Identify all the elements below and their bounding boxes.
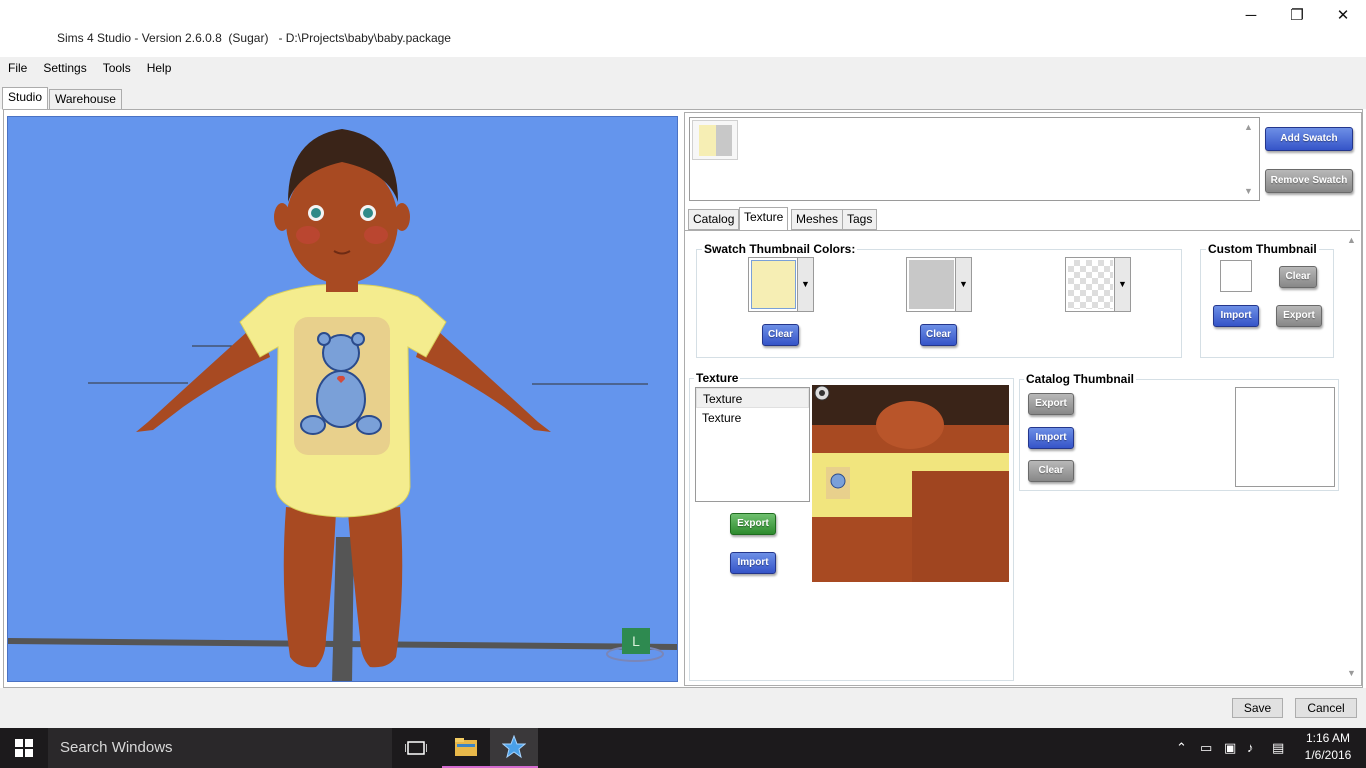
menu-bar: File Settings Tools Help: [0, 57, 1366, 79]
clear-color-1-button[interactable]: Clear: [762, 324, 799, 346]
tab-tags[interactable]: Tags: [842, 209, 878, 230]
menu-file[interactable]: File: [0, 57, 35, 79]
chevron-down-icon[interactable]: ▼: [797, 258, 813, 311]
cancel-button[interactable]: Cancel: [1295, 698, 1357, 718]
dialog-footer: Save Cancel: [0, 688, 1366, 728]
task-view-icon[interactable]: [392, 728, 440, 768]
light-indicator-badge[interactable]: L: [622, 628, 650, 654]
restore-button[interactable]: ❐: [1274, 0, 1320, 30]
minimize-button[interactable]: ─: [1228, 0, 1274, 30]
menu-settings[interactable]: Settings: [35, 57, 94, 79]
scroll-down-icon[interactable]: ▼: [1347, 668, 1356, 678]
volume-icon[interactable]: ♪: [1247, 740, 1254, 755]
texture-group-label: Texture: [694, 371, 741, 385]
swatch-list-scrollbar[interactable]: ▲ ▼: [1241, 119, 1258, 199]
swatch-colors-label: Swatch Thumbnail Colors:: [702, 242, 858, 256]
add-swatch-button[interactable]: Add Swatch: [1265, 127, 1353, 151]
list-item[interactable]: Texture: [696, 408, 809, 428]
color-picker-2[interactable]: ▼: [906, 257, 972, 312]
catalog-thumbnail-export-button[interactable]: Export: [1028, 393, 1074, 415]
sim-model-preview: [8, 129, 677, 681]
window-title: Sims 4 Studio - Version 2.6.0.8 (Sugar) …: [57, 31, 451, 45]
main-tab-strip: Studio Warehouse: [0, 79, 1366, 110]
taskbar-clock[interactable]: 1:16 AM 1/6/2016: [1296, 730, 1360, 764]
windows-taskbar: Search Windows ⌃ ▭ ▣ ♪ ▤ 1:16 AM 1/6/201…: [0, 728, 1366, 768]
clock-date: 1/6/2016: [1304, 748, 1352, 762]
save-button[interactable]: Save: [1232, 698, 1283, 718]
menu-tools[interactable]: Tools: [95, 57, 139, 79]
windows-start-icon[interactable]: [0, 728, 48, 768]
texture-import-button[interactable]: Import: [730, 552, 776, 574]
title-bar: Sims 4 Studio - Version 2.6.0.8 (Sugar) …: [0, 0, 1366, 57]
catalog-thumbnail-label: Catalog Thumbnail: [1024, 372, 1136, 386]
right-panel-scrollbar[interactable]: ▲ ▼: [1343, 232, 1360, 684]
clear-color-2-button[interactable]: Clear: [920, 324, 957, 346]
scroll-up-icon[interactable]: ▲: [1244, 122, 1253, 132]
custom-thumbnail-import-button[interactable]: Import: [1213, 305, 1259, 327]
network-icon[interactable]: ▣: [1224, 740, 1236, 756]
swatch-thumbnail[interactable]: [692, 120, 738, 160]
battery-icon[interactable]: ▭: [1200, 740, 1212, 756]
scroll-down-icon[interactable]: ▼: [1244, 186, 1253, 196]
tab-warehouse[interactable]: Warehouse: [49, 89, 122, 110]
chevron-up-icon[interactable]: ⌃: [1176, 740, 1187, 756]
tab-texture[interactable]: Texture: [739, 207, 789, 231]
notification-icon[interactable]: ▤: [1272, 740, 1284, 756]
texture-export-button[interactable]: Export: [730, 513, 776, 535]
catalog-thumbnail-import-button[interactable]: Import: [1028, 427, 1074, 449]
chevron-down-icon[interactable]: ▼: [955, 258, 971, 311]
taskbar-search-box[interactable]: Search Windows: [48, 728, 392, 768]
list-item[interactable]: Texture: [696, 388, 809, 408]
color-picker-1[interactable]: ▼: [748, 257, 814, 312]
texture-preview: [812, 385, 1009, 582]
scroll-up-icon[interactable]: ▲: [1347, 235, 1356, 245]
chevron-down-icon[interactable]: ▼: [1114, 258, 1130, 311]
tab-catalog[interactable]: Catalog: [688, 209, 740, 230]
custom-thumbnail-export-button[interactable]: Export: [1276, 305, 1322, 327]
color-picker-3[interactable]: ▼: [1065, 257, 1131, 312]
texture-list[interactable]: Texture Texture: [695, 387, 810, 502]
custom-thumbnail-label: Custom Thumbnail: [1206, 242, 1319, 256]
swatch-list[interactable]: [689, 117, 1260, 201]
catalog-thumbnail-clear-button[interactable]: Clear: [1028, 460, 1074, 482]
custom-thumbnail-preview: [1220, 260, 1252, 292]
catalog-thumbnail-preview: [1235, 387, 1335, 487]
remove-swatch-button[interactable]: Remove Swatch: [1265, 169, 1353, 193]
3d-viewport[interactable]: L: [7, 116, 678, 682]
tab-meshes[interactable]: Meshes: [791, 209, 844, 230]
tab-studio[interactable]: Studio: [2, 87, 49, 110]
close-button[interactable]: ✕: [1320, 0, 1366, 30]
clock-time: 1:16 AM: [1305, 731, 1351, 745]
sims4-studio-icon[interactable]: [490, 728, 538, 768]
custom-thumbnail-clear-button[interactable]: Clear: [1279, 266, 1317, 288]
file-explorer-icon[interactable]: [442, 728, 490, 768]
menu-help[interactable]: Help: [139, 57, 180, 79]
